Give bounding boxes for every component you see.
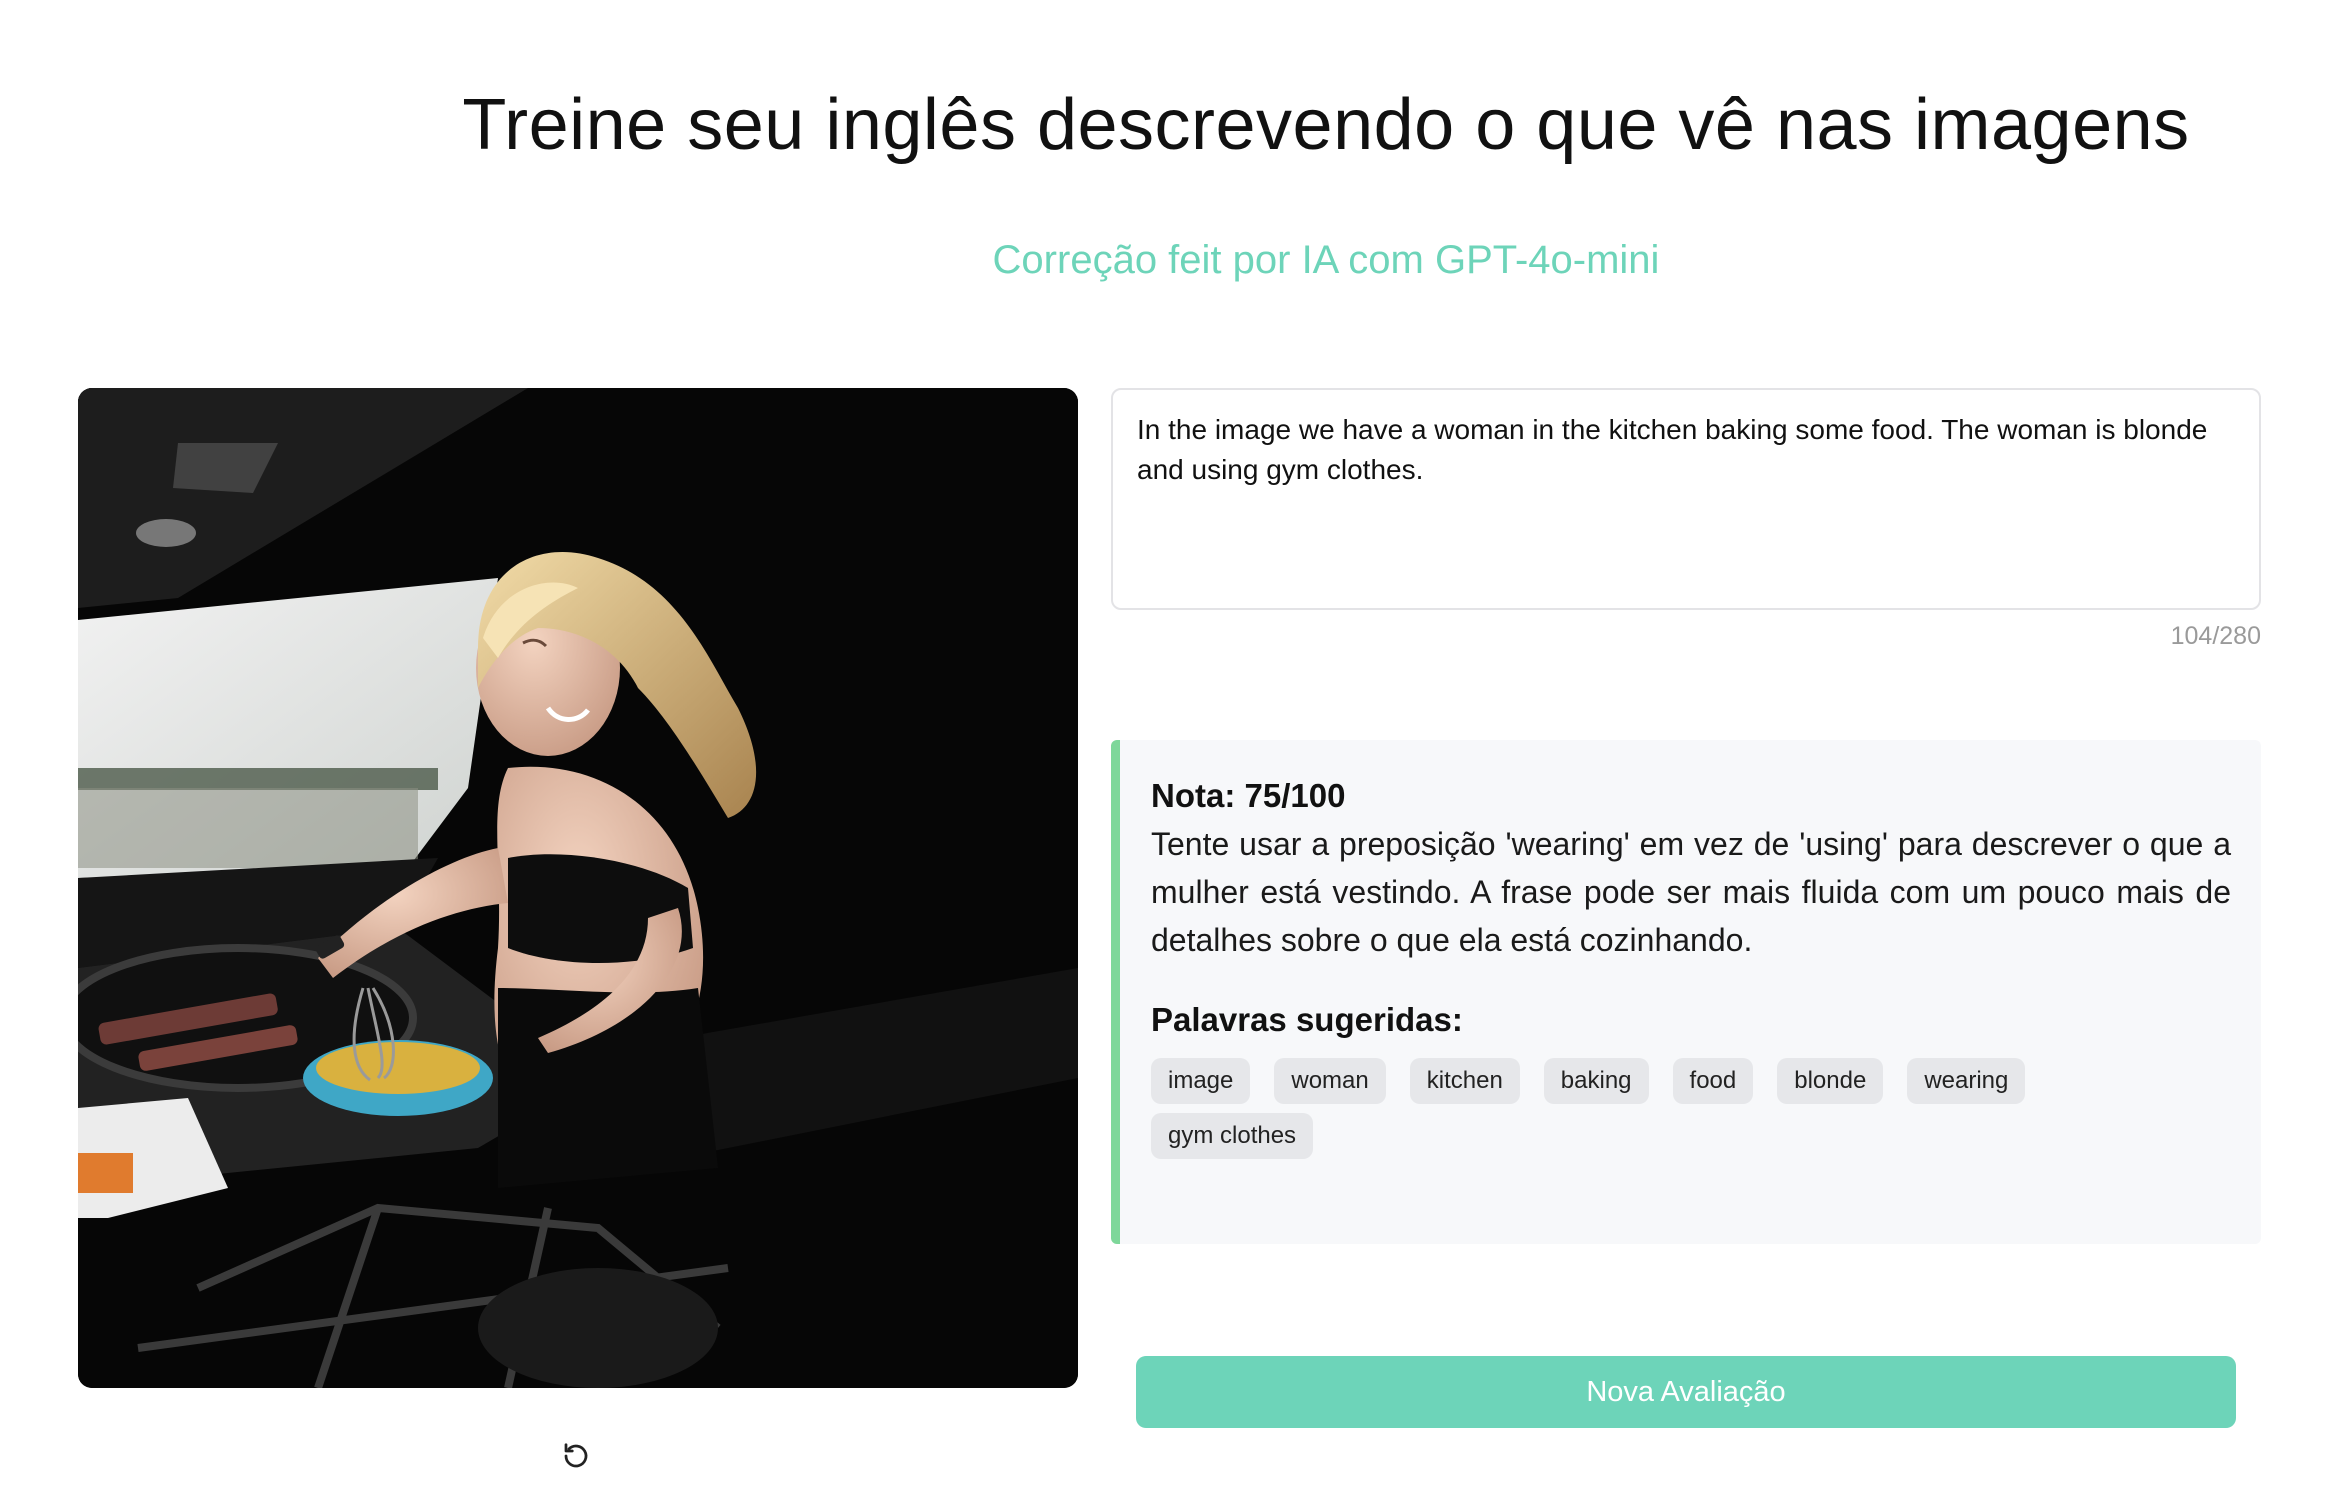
- description-input[interactable]: In the image we have a woman in the kitc…: [1111, 388, 2261, 610]
- page-subtitle: Correção feit por IA com GPT-4o-mini: [992, 238, 1660, 282]
- kitchen-photo: [78, 388, 1078, 1388]
- new-evaluation-button[interactable]: Nova Avaliação: [1136, 1356, 2236, 1428]
- word-chip: image: [1151, 1058, 1251, 1104]
- suggested-words-list: image woman kitchen baking food blonde w…: [1151, 1058, 2051, 1159]
- woman-cooking-illustration: [78, 388, 1078, 1388]
- refresh-image-button[interactable]: [556, 1436, 596, 1476]
- refresh-icon: [564, 1443, 588, 1468]
- word-chip: blonde: [1777, 1058, 1884, 1104]
- feedback-panel: Nota: 75/100 Tente usar a preposição 'we…: [1111, 740, 2261, 1244]
- word-chip: kitchen: [1409, 1058, 1520, 1104]
- word-chip: woman: [1274, 1058, 1386, 1104]
- suggested-words-title: Palavras sugeridas:: [1151, 1001, 1463, 1038]
- word-chip: baking: [1543, 1058, 1649, 1104]
- page-title: Treine seu inglês descrevendo o que vê n…: [462, 85, 2190, 165]
- word-chip: gym clothes: [1151, 1113, 1314, 1159]
- feedback-text: Tente usar a preposição 'wearing' em vez…: [1151, 826, 2231, 958]
- word-chip: food: [1672, 1058, 1754, 1104]
- score-label: Nota: 75/100: [1151, 777, 1346, 814]
- word-chip: wearing: [1907, 1058, 2026, 1104]
- character-counter: 104/280: [2170, 622, 2261, 650]
